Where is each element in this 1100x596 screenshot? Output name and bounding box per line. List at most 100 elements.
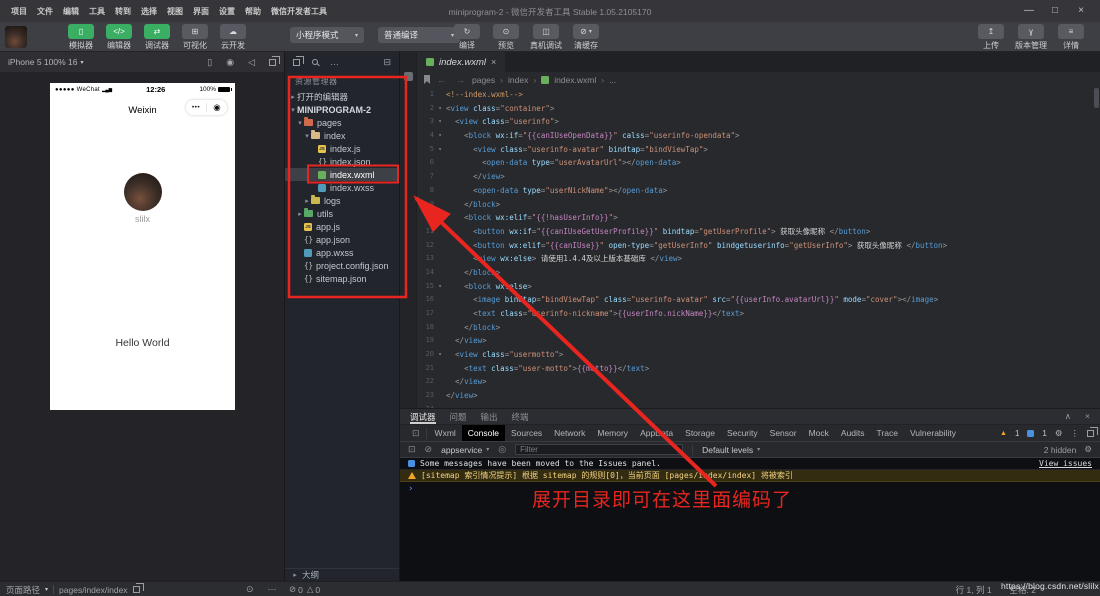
tree-item-sitemap.json[interactable]: {} sitemap.json (285, 272, 399, 285)
page-path-label[interactable]: 页面路径 (6, 584, 40, 596)
copy-icon[interactable] (132, 583, 144, 593)
compile-button[interactable]: ↻ 编译 (452, 24, 482, 51)
devtools-tab-console[interactable]: Console (461, 425, 505, 441)
breadcrumb-item-...[interactable]: ... (609, 75, 616, 85)
tree-item-index[interactable]: ▾ index (285, 129, 399, 142)
device-select[interactable]: iPhone 5 100% 16 (8, 57, 77, 67)
upload-button[interactable]: ↥ 上传 (976, 24, 1006, 51)
tree-item-app.json[interactable]: {} app.json (285, 233, 399, 246)
detach-window-icon[interactable] (269, 55, 280, 66)
devtools-tab-storage[interactable]: Storage (679, 425, 721, 441)
files-icon[interactable] (293, 55, 304, 66)
rotate-device-icon[interactable]: ▯ (207, 57, 212, 68)
devtools-tab-sources[interactable]: Sources (505, 425, 548, 441)
view-issues-link[interactable]: View issues (1039, 459, 1092, 468)
kebab-menu-icon[interactable]: ⋮ (1071, 428, 1080, 439)
forward-icon[interactable]: → (456, 75, 465, 85)
panel-tab-问题[interactable]: 问题 (450, 409, 467, 424)
close-icon[interactable]: × (1068, 0, 1094, 22)
mute-icon[interactable]: ◁ (248, 57, 255, 68)
menu-item-4[interactable]: 转到 (110, 6, 136, 17)
gear-icon[interactable]: ⚙ (1084, 444, 1092, 455)
context-select[interactable]: appservice ▾ (441, 445, 489, 455)
log-levels-select[interactable]: Default levels ▾ (702, 445, 760, 455)
open-editors-section[interactable]: ▸ 打开的编辑器 (285, 90, 399, 103)
problem-counts[interactable]: ⊘ 0 △ 0 (289, 582, 320, 596)
version-manage-button[interactable]: ɣ 版本管理 (1015, 24, 1047, 51)
collapse-panel-icon[interactable]: ∧ (1065, 411, 1071, 422)
more-icon[interactable]: … (330, 57, 339, 67)
tree-item-index.wxml[interactable]: index.wxml (285, 168, 399, 181)
record-icon[interactable]: ◉ (226, 57, 234, 68)
inspect-element-icon[interactable]: ⊡ (406, 427, 427, 439)
compile-mode-select[interactable]: 普通编译 ▾ (378, 27, 460, 43)
menu-item-9[interactable]: 帮助 (240, 6, 266, 17)
user-avatar[interactable] (5, 26, 27, 48)
tree-item-index.json[interactable]: {} index.json (285, 155, 399, 168)
devtools-tab-security[interactable]: Security (721, 425, 764, 441)
breadcrumb-item-index.wxml[interactable]: index.wxml (554, 75, 596, 85)
tree-item-project.config.json[interactable]: {} project.config.json (285, 259, 399, 272)
collapse-all-icon[interactable]: ⊟ (383, 57, 391, 68)
tree-item-utils[interactable]: ▸ utils (285, 207, 399, 220)
cloud-dev-button[interactable]: ☁ 云开发 (218, 24, 248, 51)
menu-item-5[interactable]: 选择 (136, 6, 162, 17)
preview-button[interactable]: ⊙ 预览 (491, 24, 521, 51)
tree-item-index.wxss[interactable]: index.wxss (285, 181, 399, 194)
close-icon[interactable]: × (1085, 411, 1090, 422)
back-icon[interactable]: ← (437, 75, 446, 85)
debugger-button[interactable]: ⇄ 调试器 (142, 24, 172, 51)
devtools-tab-appdata[interactable]: AppData (634, 425, 679, 441)
tree-item-index.js[interactable]: JS index.js (285, 142, 399, 155)
real-device-debug-button[interactable]: ◫ 真机调试 (530, 24, 562, 51)
simulator-button[interactable]: ▯ 模拟器 (66, 24, 96, 51)
devtools-tab-wxml[interactable]: Wxml (429, 425, 462, 441)
clear-cache-button[interactable]: ⊘ ▾ 清缓存 (571, 24, 601, 51)
project-root[interactable]: ▾ MINIPROGRAM-2 (285, 103, 399, 116)
outline-section[interactable]: ▸ 大纲 (285, 568, 399, 581)
maximize-icon[interactable]: □ (1042, 0, 1068, 22)
menu-item-10[interactable]: 微信开发者工具 (266, 6, 332, 17)
editor-widget-icon[interactable] (404, 72, 413, 81)
menu-item-0[interactable]: 项目 (6, 6, 32, 17)
panel-tab-终端[interactable]: 终端 (512, 409, 529, 424)
eye-icon[interactable]: ⊙ (246, 584, 254, 595)
clear-console-icon[interactable]: ⊘ (425, 444, 433, 455)
console-sidebar-icon[interactable]: ⊡ (408, 444, 416, 455)
tree-item-logs[interactable]: ▸ logs (285, 194, 399, 207)
breadcrumb-item-pages[interactable]: pages (472, 75, 495, 85)
bookmark-icon[interactable] (424, 75, 430, 84)
minimize-icon[interactable]: — (1016, 0, 1042, 22)
devtools-tab-sensor[interactable]: Sensor (764, 425, 803, 441)
devtools-tab-vulnerability[interactable]: Vulnerability (904, 425, 962, 441)
panel-tab-调试器[interactable]: 调试器 (410, 409, 436, 424)
user-avatar[interactable] (123, 173, 162, 211)
devtools-tab-trace[interactable]: Trace (871, 425, 904, 441)
menu-item-6[interactable]: 视图 (162, 6, 188, 17)
tab-index-wxml[interactable]: index.wxml × (417, 52, 506, 72)
visualization-button[interactable]: ⊞ 可视化 (180, 24, 210, 51)
dock-side-icon[interactable] (1087, 426, 1098, 437)
details-button[interactable]: ≡ 详情 (1056, 24, 1086, 51)
code-area[interactable]: 1 <!--index.wxml--> 2 ▾ <view class="contain… (417, 88, 1092, 408)
menu-item-8[interactable]: 设置 (214, 6, 240, 17)
gear-icon[interactable]: ⚙ (1055, 428, 1063, 439)
menu-item-1[interactable]: 文件 (32, 6, 58, 17)
devtools-tab-network[interactable]: Network (548, 425, 591, 441)
tree-item-pages[interactable]: ▾ pages (285, 116, 399, 129)
home-target-icon[interactable]: ◉ (207, 102, 227, 113)
editor-scrollbar[interactable] (1094, 88, 1099, 108)
menu-dots-icon[interactable]: ••• (186, 104, 206, 111)
mode-select[interactable]: 小程序模式 ▾ (290, 27, 364, 43)
editor-button[interactable]: </> 编辑器 (104, 24, 134, 51)
tree-item-app.wxss[interactable]: app.wxss (285, 246, 399, 259)
menu-item-2[interactable]: 编辑 (58, 6, 84, 17)
devtools-tab-memory[interactable]: Memory (591, 425, 634, 441)
close-icon[interactable]: × (491, 57, 496, 67)
menu-item-3[interactable]: 工具 (84, 6, 110, 17)
tree-item-app.js[interactable]: JS app.js (285, 220, 399, 233)
breadcrumb-item-index[interactable]: index (508, 75, 528, 85)
devtools-tab-mock[interactable]: Mock (803, 425, 835, 441)
cursor-position[interactable]: 行 1, 列 1 (956, 584, 992, 596)
more-icon[interactable]: ⋯ (268, 584, 277, 595)
